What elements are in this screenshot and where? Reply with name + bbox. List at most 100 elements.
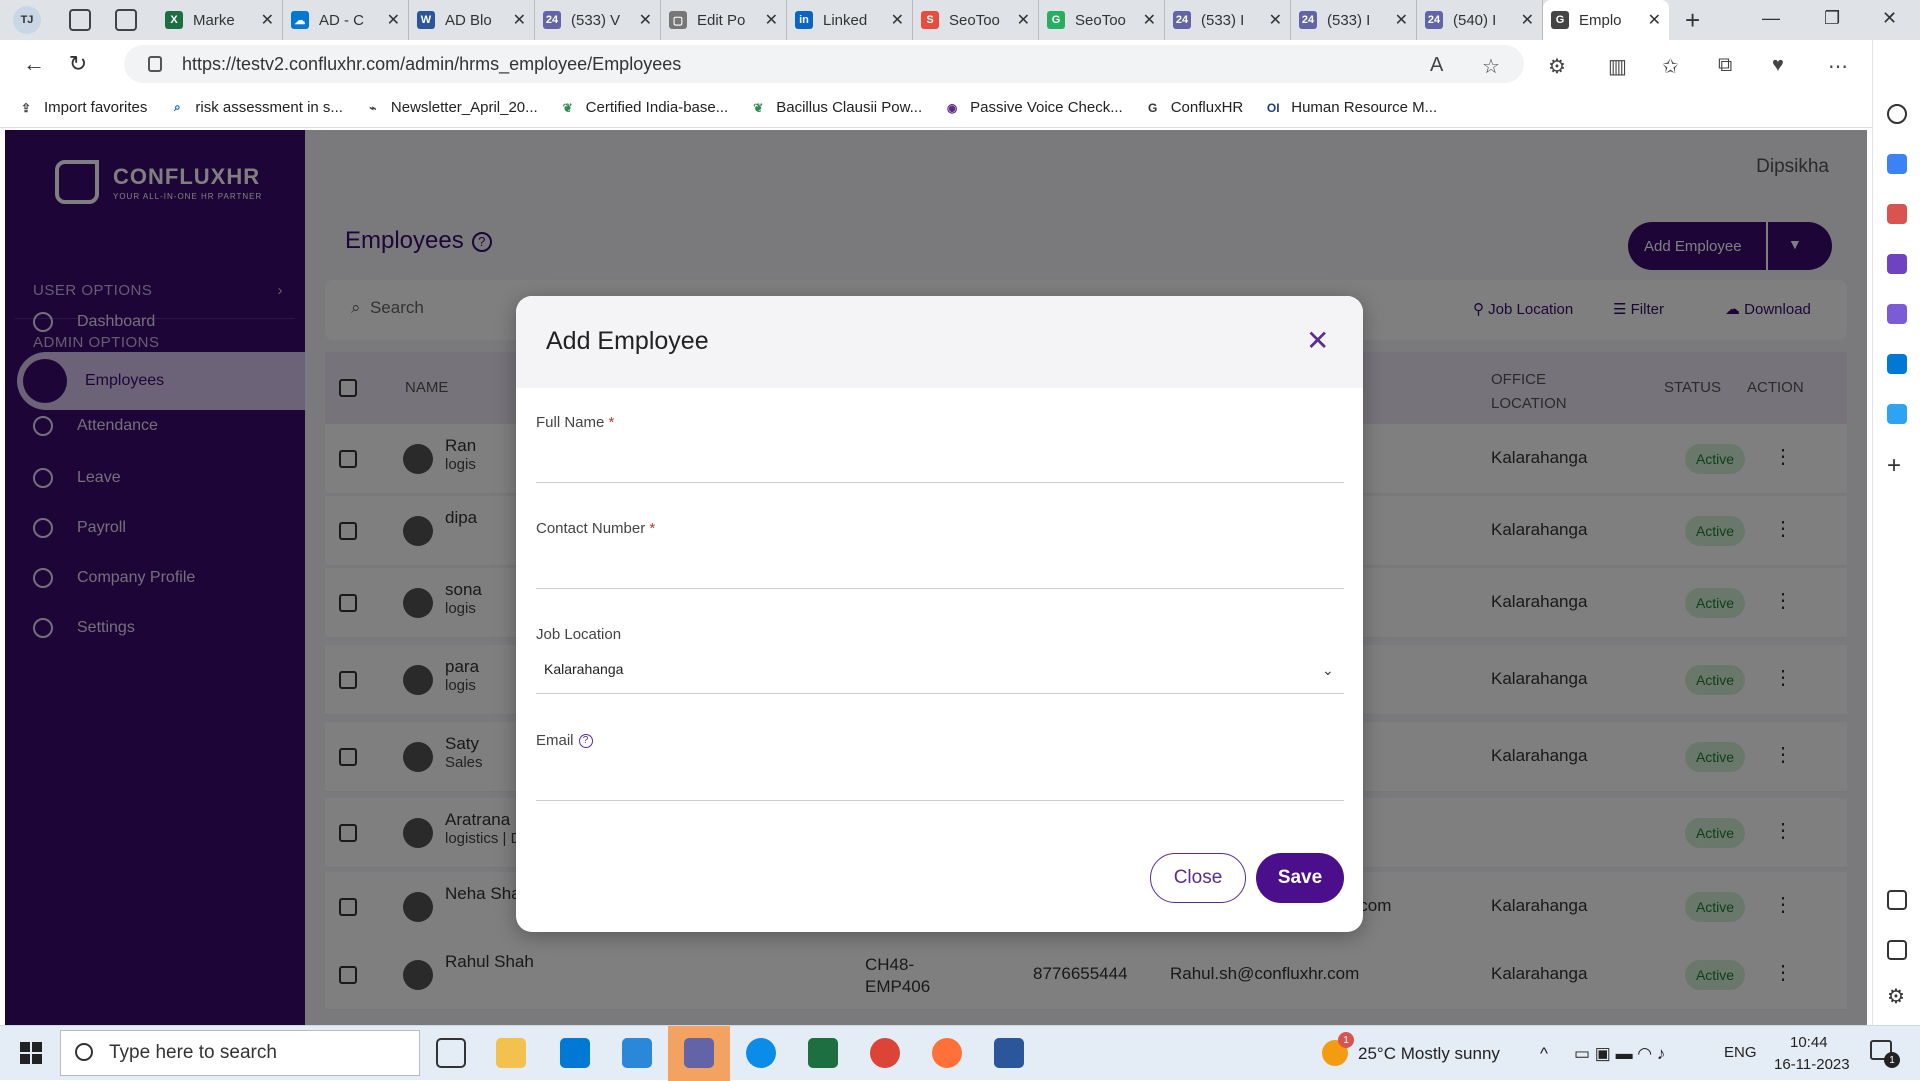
favorites-icon[interactable]: ✩ xyxy=(1662,54,1679,79)
tab-close-icon[interactable]: ✕ xyxy=(261,10,274,30)
tray-chevron-icon[interactable]: ^ xyxy=(1540,1044,1548,1064)
browser-tab[interactable]: X Marke ✕ xyxy=(157,0,283,40)
address-bar-row: ← ↻ https://testv2.confluxhr.com/admin/h… xyxy=(0,40,1920,88)
new-tab-button[interactable]: + xyxy=(1685,5,1700,36)
hide-sidebar-icon[interactable] xyxy=(1887,890,1907,910)
outlook-icon[interactable] xyxy=(1887,354,1907,374)
contact-number-input[interactable] xyxy=(536,588,1344,589)
browser-tab[interactable]: G Emplo ✕ xyxy=(1543,0,1669,40)
search-icon[interactable] xyxy=(1887,104,1907,124)
tab-close-icon[interactable]: ✕ xyxy=(1017,10,1030,30)
browser-tab[interactable]: W AD Blo ✕ xyxy=(409,0,535,40)
restore-button[interactable]: ❐ xyxy=(1824,8,1840,29)
tools-icon[interactable] xyxy=(1887,204,1907,224)
tab-favicon-icon: 24 xyxy=(1173,11,1191,29)
tab-close-icon[interactable]: ✕ xyxy=(1395,10,1408,30)
url-field[interactable]: https://testv2.confluxhr.com/admin/hrms_… xyxy=(124,45,1524,83)
favorites-bar: ⇪ Import favorites ⌕ risk assessment in s..… xyxy=(0,88,1880,128)
browser-tab[interactable]: S SeoToo ✕ xyxy=(913,0,1039,40)
favorite-link[interactable]: ⌁ Newsletter_April_20... xyxy=(365,99,537,116)
tab-close-icon[interactable]: ✕ xyxy=(1648,10,1661,30)
tab-title: Emplo xyxy=(1579,11,1622,29)
favorite-label: Certified India-base... xyxy=(585,99,729,116)
teams-icon[interactable] xyxy=(684,1038,714,1068)
external-link-icon[interactable] xyxy=(1887,940,1907,960)
task-view-icon[interactable] xyxy=(436,1038,466,1068)
back-icon[interactable]: ← xyxy=(22,51,46,77)
browser-tab[interactable]: in Linked ✕ xyxy=(787,0,913,40)
favorite-link[interactable]: ❦ Certified India-base... xyxy=(560,99,729,116)
tab-close-icon[interactable]: ✕ xyxy=(891,10,904,30)
collections-icon[interactable]: ⧉ xyxy=(1718,54,1732,77)
favorite-link[interactable]: ⌕ risk assessment in s... xyxy=(169,99,343,116)
extensions-icon[interactable]: ⚙ xyxy=(1548,54,1566,79)
close-icon[interactable]: ✕ xyxy=(1306,324,1329,357)
more-options-icon[interactable]: ⋯ xyxy=(1828,54,1848,79)
workspaces-icon[interactable] xyxy=(69,9,91,31)
browser-tab[interactable]: G SeoToo ✕ xyxy=(1039,0,1165,40)
url-text: https://testv2.confluxhr.com/admin/hrms_… xyxy=(182,53,682,74)
add-sidebar-app-icon[interactable]: + xyxy=(1887,452,1901,480)
chevron-down-icon[interactable]: ⌄ xyxy=(1322,662,1334,679)
browser-tab[interactable]: ▢ Edit Po ✕ xyxy=(661,0,787,40)
refresh-icon[interactable]: ↻ xyxy=(66,51,90,77)
tray-icons[interactable]: ▭ ▣ ▬ ◠ ♪ xyxy=(1574,1044,1665,1064)
language-indicator[interactable]: ENG xyxy=(1724,1044,1757,1061)
windows-taskbar: Type here to search 1 25°C Mostly sunny … xyxy=(0,1025,1920,1081)
shopping-icon[interactable] xyxy=(1887,154,1907,174)
mail-icon[interactable] xyxy=(622,1038,652,1068)
games-icon[interactable] xyxy=(1887,254,1907,274)
browser-tab[interactable]: 24 (540) I ✕ xyxy=(1417,0,1543,40)
favorite-icon: ⌁ xyxy=(369,100,377,115)
tab-close-icon[interactable]: ✕ xyxy=(1269,10,1282,30)
full-name-input[interactable] xyxy=(536,482,1344,483)
favorite-link[interactable]: ◉ Passive Voice Check... xyxy=(944,99,1123,116)
tab-close-icon[interactable]: ✕ xyxy=(387,10,400,30)
close-button[interactable]: Close xyxy=(1150,853,1246,903)
chrome-icon[interactable] xyxy=(870,1038,900,1068)
outlook-taskbar-icon[interactable] xyxy=(560,1038,590,1068)
tab-actions-icon[interactable] xyxy=(115,9,137,31)
windows-start-icon[interactable] xyxy=(20,1042,42,1064)
browser-essentials-icon[interactable]: ♥ xyxy=(1772,54,1784,77)
minimize-button[interactable]: — xyxy=(1762,8,1780,29)
weather-text[interactable]: 25°C Mostly sunny xyxy=(1358,1044,1500,1064)
browser-tab[interactable]: 24 (533) V ✕ xyxy=(535,0,661,40)
help-icon[interactable]: ? xyxy=(578,734,593,749)
file-explorer-icon[interactable] xyxy=(496,1038,526,1068)
edge-icon[interactable] xyxy=(746,1038,776,1068)
favorite-icon: ◉ xyxy=(946,100,958,115)
excel-icon[interactable] xyxy=(808,1038,838,1068)
favorite-link[interactable]: ⇪ Import favorites xyxy=(18,99,147,116)
tab-close-icon[interactable]: ✕ xyxy=(1143,10,1156,30)
tab-title: (533) V xyxy=(571,11,621,29)
browser-tab[interactable]: 24 (533) I ✕ xyxy=(1165,0,1291,40)
favorite-star-icon[interactable]: ☆ xyxy=(1482,54,1500,79)
read-aloud-icon[interactable]: A xyxy=(1430,54,1443,77)
browser-tab[interactable]: ☁ AD - C ✕ xyxy=(283,0,409,40)
telegram-icon[interactable] xyxy=(1887,404,1907,424)
tab-close-icon[interactable]: ✕ xyxy=(639,10,652,30)
favorite-link[interactable]: ❦ Bacillus Clausii Pow... xyxy=(750,99,922,116)
office-icon[interactable] xyxy=(1887,304,1907,324)
clock-time[interactable]: 10:44 xyxy=(1790,1034,1828,1051)
favorite-link[interactable]: OI Human Resource M... xyxy=(1265,99,1437,116)
job-location-select[interactable]: Kalarahanga xyxy=(544,661,623,677)
profile-avatar[interactable]: TJ xyxy=(13,6,41,34)
sidebar-settings-icon[interactable]: ⚙ xyxy=(1887,984,1905,1009)
favorite-link[interactable]: G ConfluxHR xyxy=(1145,99,1243,116)
firefox-icon[interactable] xyxy=(932,1038,962,1068)
tab-close-icon[interactable]: ✕ xyxy=(765,10,778,30)
clock-date[interactable]: 16-11-2023 xyxy=(1774,1056,1850,1073)
tab-close-icon[interactable]: ✕ xyxy=(1521,10,1534,30)
split-screen-icon[interactable]: ▥ xyxy=(1608,54,1627,79)
taskbar-search-input[interactable]: Type here to search xyxy=(60,1030,420,1076)
word-icon[interactable] xyxy=(994,1038,1024,1068)
browser-tab[interactable]: 24 (533) I ✕ xyxy=(1291,0,1417,40)
tab-close-icon[interactable]: ✕ xyxy=(513,10,526,30)
email-input[interactable] xyxy=(536,800,1344,801)
tab-title: SeoToo xyxy=(949,11,1000,29)
window-close-button[interactable]: ✕ xyxy=(1882,8,1897,29)
tab-title: AD - C xyxy=(319,11,364,29)
save-button[interactable]: Save xyxy=(1256,853,1344,903)
